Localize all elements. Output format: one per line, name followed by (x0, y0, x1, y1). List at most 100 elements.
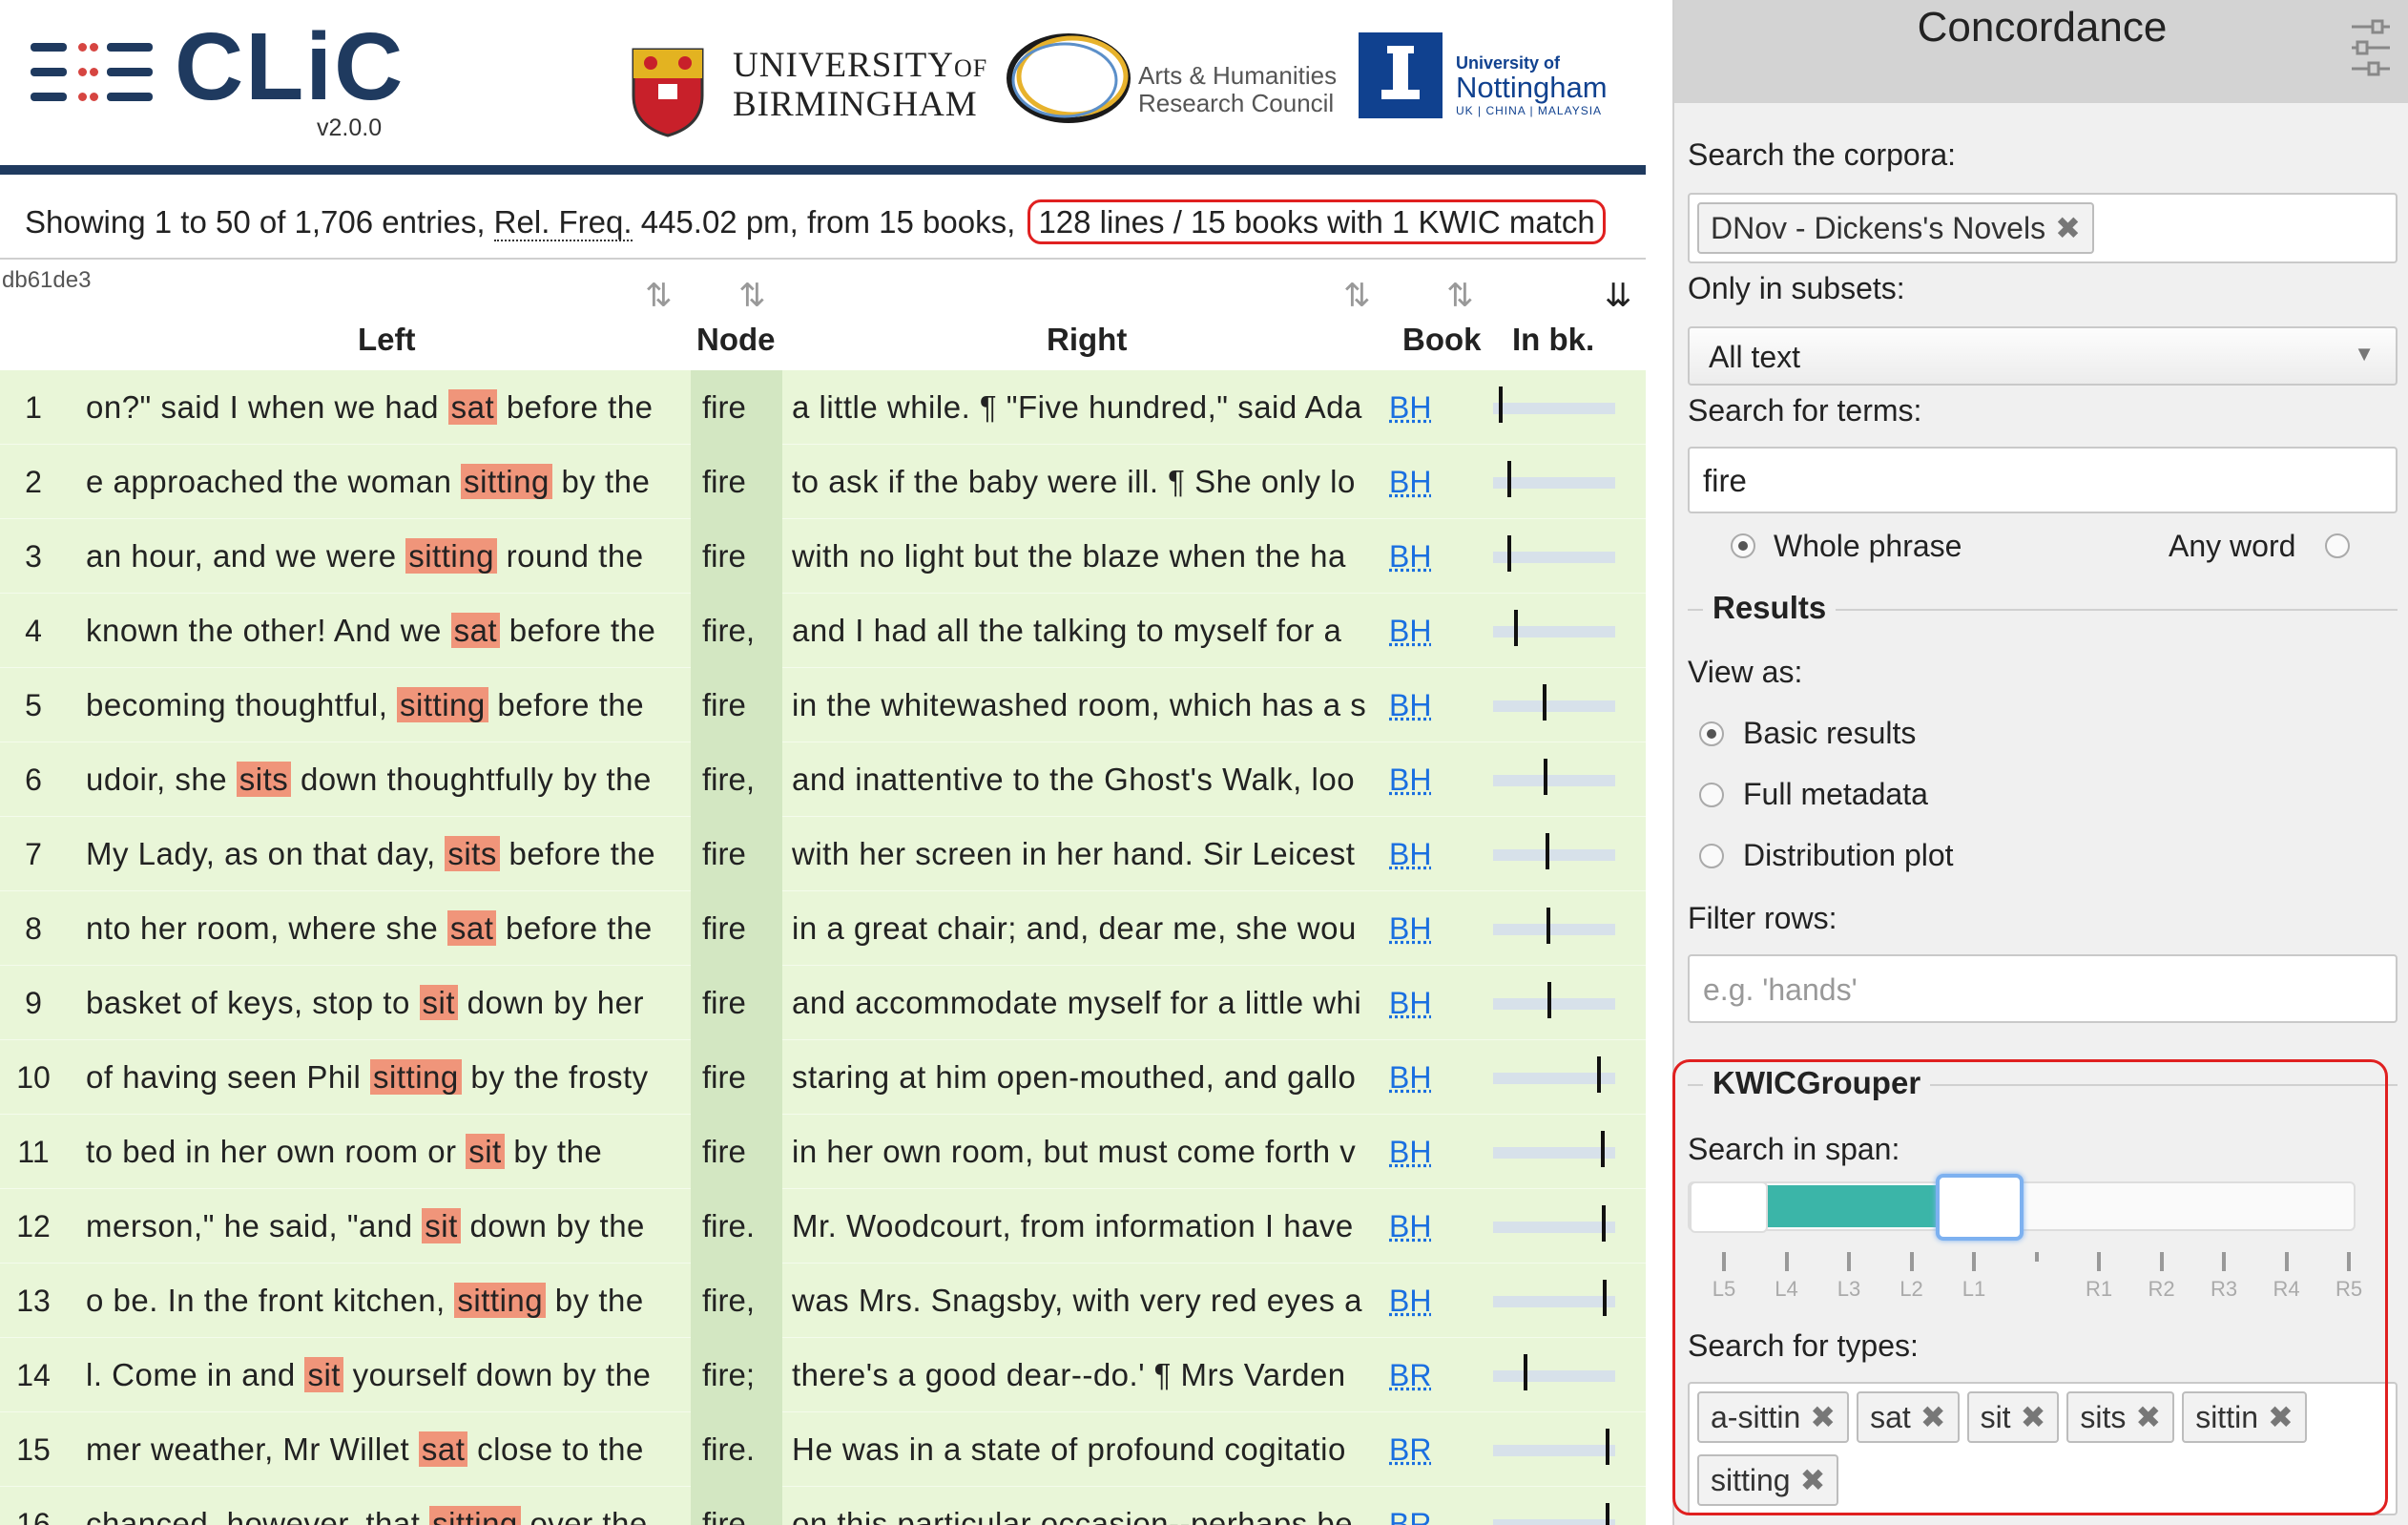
sort-icon[interactable]: ⇅ (1446, 277, 1474, 315)
node-word: fire (691, 445, 782, 519)
left-context: udoir, she sits down thoughtfully by the (86, 742, 670, 817)
left-context: chanced, however, that sitting over the (86, 1487, 670, 1525)
row-number: 5 (25, 688, 42, 722)
book-link[interactable]: BH (1389, 891, 1431, 966)
corpora-select[interactable]: DNov - Dickens's Novels ✖ (1688, 193, 2398, 263)
book-link[interactable]: BH (1389, 594, 1431, 668)
full-metadata-label[interactable]: Full metadata (1743, 777, 1928, 812)
basic-results-radio[interactable] (1699, 721, 1724, 746)
whole-phrase-label[interactable]: Whole phrase (1774, 529, 1962, 564)
left-context-post: before the (499, 836, 656, 871)
book-link[interactable]: BH (1389, 370, 1431, 445)
any-word-label[interactable]: Any word (2169, 529, 2295, 564)
node-word: fire (691, 1487, 782, 1525)
app-header: CLiC v2.0.0 UNIVERSITYOF BIRMINGHAM Arts … (0, 0, 1646, 175)
sort-desc-icon[interactable]: ⇊ (1605, 277, 1632, 315)
concordance-table-body: 1 on?" said I when we had sat before the f… (0, 370, 1646, 1525)
table-row[interactable]: 14 l. Come in and sit yourself down by th… (0, 1338, 1646, 1412)
any-word-radio[interactable] (2325, 533, 2350, 558)
table-row[interactable]: 8 nto her room, where she sat before the f… (0, 891, 1646, 966)
right-context: and inattentive to the Ghost's Walk, loo (792, 762, 1356, 797)
sort-icon[interactable]: ⇅ (1343, 277, 1371, 315)
corpora-label: Search the corpora: (1688, 137, 1957, 172)
distribution-plot-label[interactable]: Distribution plot (1743, 838, 1954, 873)
kwic-keyword: sitting (454, 1283, 547, 1318)
settings-sliders-icon[interactable] (2350, 17, 2392, 78)
table-row[interactable]: 12 merson," he said, "and sit down by the… (0, 1189, 1646, 1264)
search-terms-input[interactable]: fire (1688, 447, 2398, 513)
menu-icon[interactable] (31, 43, 155, 102)
relfreq-abbr[interactable]: Rel. Freq. (493, 204, 633, 241)
left-context: known the other! And we sat before the (86, 594, 670, 668)
table-row[interactable]: 5 becoming thoughtful, sitting before the… (0, 668, 1646, 742)
left-context: mer weather, Mr Willet sat close to the (86, 1412, 670, 1487)
node-word: fire (691, 1115, 782, 1189)
sort-icon[interactable]: ⇅ (738, 277, 766, 315)
book-link[interactable]: BH (1389, 966, 1431, 1040)
book-link[interactable]: BH (1389, 519, 1431, 594)
app-logo-wordmark[interactable]: CLiC (175, 19, 405, 115)
book-link[interactable]: BH (1389, 1189, 1431, 1264)
left-context-post: before the (497, 389, 654, 425)
book-link[interactable]: BH (1389, 1040, 1431, 1115)
table-row[interactable]: 4 known the other! And we sat before the f… (0, 594, 1646, 668)
right-context: and I had all the talking to myself for … (792, 613, 1342, 648)
left-context-post: down by the (460, 1208, 645, 1243)
right-context: and accommodate myself for a little whi (792, 985, 1362, 1020)
sort-icon[interactable]: ⇅ (645, 277, 673, 315)
in-book-position-bar (1493, 684, 1615, 721)
row-number: 15 (16, 1432, 51, 1467)
table-row[interactable]: 7 My Lady, as on that day, sits before th… (0, 817, 1646, 891)
column-header-inbk[interactable]: In bk. (1512, 322, 1594, 358)
book-link[interactable]: BH (1389, 817, 1431, 891)
in-book-position-marker (1543, 684, 1547, 721)
book-link[interactable]: BH (1389, 1264, 1431, 1338)
left-context-pre: of having seen Phil (86, 1059, 371, 1095)
in-book-position-bar (1493, 461, 1615, 497)
column-header-node[interactable]: Node (696, 322, 776, 358)
table-row[interactable]: 10 of having seen Phil sitting by the fro… (0, 1040, 1646, 1115)
results-summary: Showing 1 to 50 of 1,706 entries, Rel. F… (0, 184, 1646, 260)
table-row[interactable]: 1 on?" said I when we had sat before the f… (0, 370, 1646, 445)
corpus-tag[interactable]: DNov - Dickens's Novels ✖ (1697, 202, 2094, 254)
table-row[interactable]: 11 to bed in her own room or sit by the f… (0, 1115, 1646, 1189)
right-context: in the whitewashed room, which has a s (792, 687, 1367, 722)
table-row[interactable]: 15 mer weather, Mr Willet sat close to th… (0, 1412, 1646, 1487)
column-header-right[interactable]: Right (1047, 322, 1127, 358)
book-link[interactable]: BH (1389, 445, 1431, 519)
full-metadata-radio[interactable] (1699, 783, 1724, 807)
book-link[interactable]: BH (1389, 1115, 1431, 1189)
filter-rows-input[interactable]: e.g. 'hands' (1688, 954, 2398, 1023)
right-context: there's a good dear--do.' ¶ Mrs Varden (792, 1357, 1346, 1392)
remove-icon[interactable]: ✖ (2055, 211, 2081, 245)
column-header-book[interactable]: Book (1402, 322, 1482, 358)
right-context: in her own room, but must come forth v (792, 1134, 1357, 1169)
left-context-post: over the (520, 1506, 648, 1525)
table-row[interactable]: 16 chanced, however, that sitting over th… (0, 1487, 1646, 1525)
left-context: becoming thoughtful, sitting before the (86, 668, 670, 742)
table-row[interactable]: 6 udoir, she sits down thoughtfully by th… (0, 742, 1646, 817)
table-row[interactable]: 9 basket of keys, stop to sit down by her… (0, 966, 1646, 1040)
corpus-tag-label: DNov - Dickens's Novels (1711, 211, 2046, 245)
basic-results-label[interactable]: Basic results (1743, 716, 1916, 751)
birmingham-crest-icon (632, 48, 704, 137)
row-number: 4 (25, 614, 42, 648)
kwic-keyword: sat (418, 1431, 468, 1467)
book-link[interactable]: BR (1389, 1487, 1431, 1525)
row-number: 16 (16, 1507, 51, 1525)
book-link[interactable]: BR (1389, 1338, 1431, 1412)
table-id: db61de3 (2, 267, 92, 293)
whole-phrase-radio[interactable] (1731, 533, 1755, 558)
column-header-left[interactable]: Left (358, 322, 416, 358)
node-word: fire, (691, 594, 782, 668)
node-word: fire (691, 668, 782, 742)
in-book-position-bar (1493, 1205, 1615, 1242)
distribution-plot-radio[interactable] (1699, 844, 1724, 868)
table-row[interactable]: 13 o be. In the front kitchen, sitting by… (0, 1264, 1646, 1338)
book-link[interactable]: BH (1389, 742, 1431, 817)
book-link[interactable]: BR (1389, 1412, 1431, 1487)
book-link[interactable]: BH (1389, 668, 1431, 742)
table-row[interactable]: 2 e approached the woman sitting by the fi… (0, 445, 1646, 519)
table-row[interactable]: 3 an hour, and we were sitting round the f… (0, 519, 1646, 594)
subsets-dropdown[interactable]: All text ▼ (1688, 326, 2398, 386)
